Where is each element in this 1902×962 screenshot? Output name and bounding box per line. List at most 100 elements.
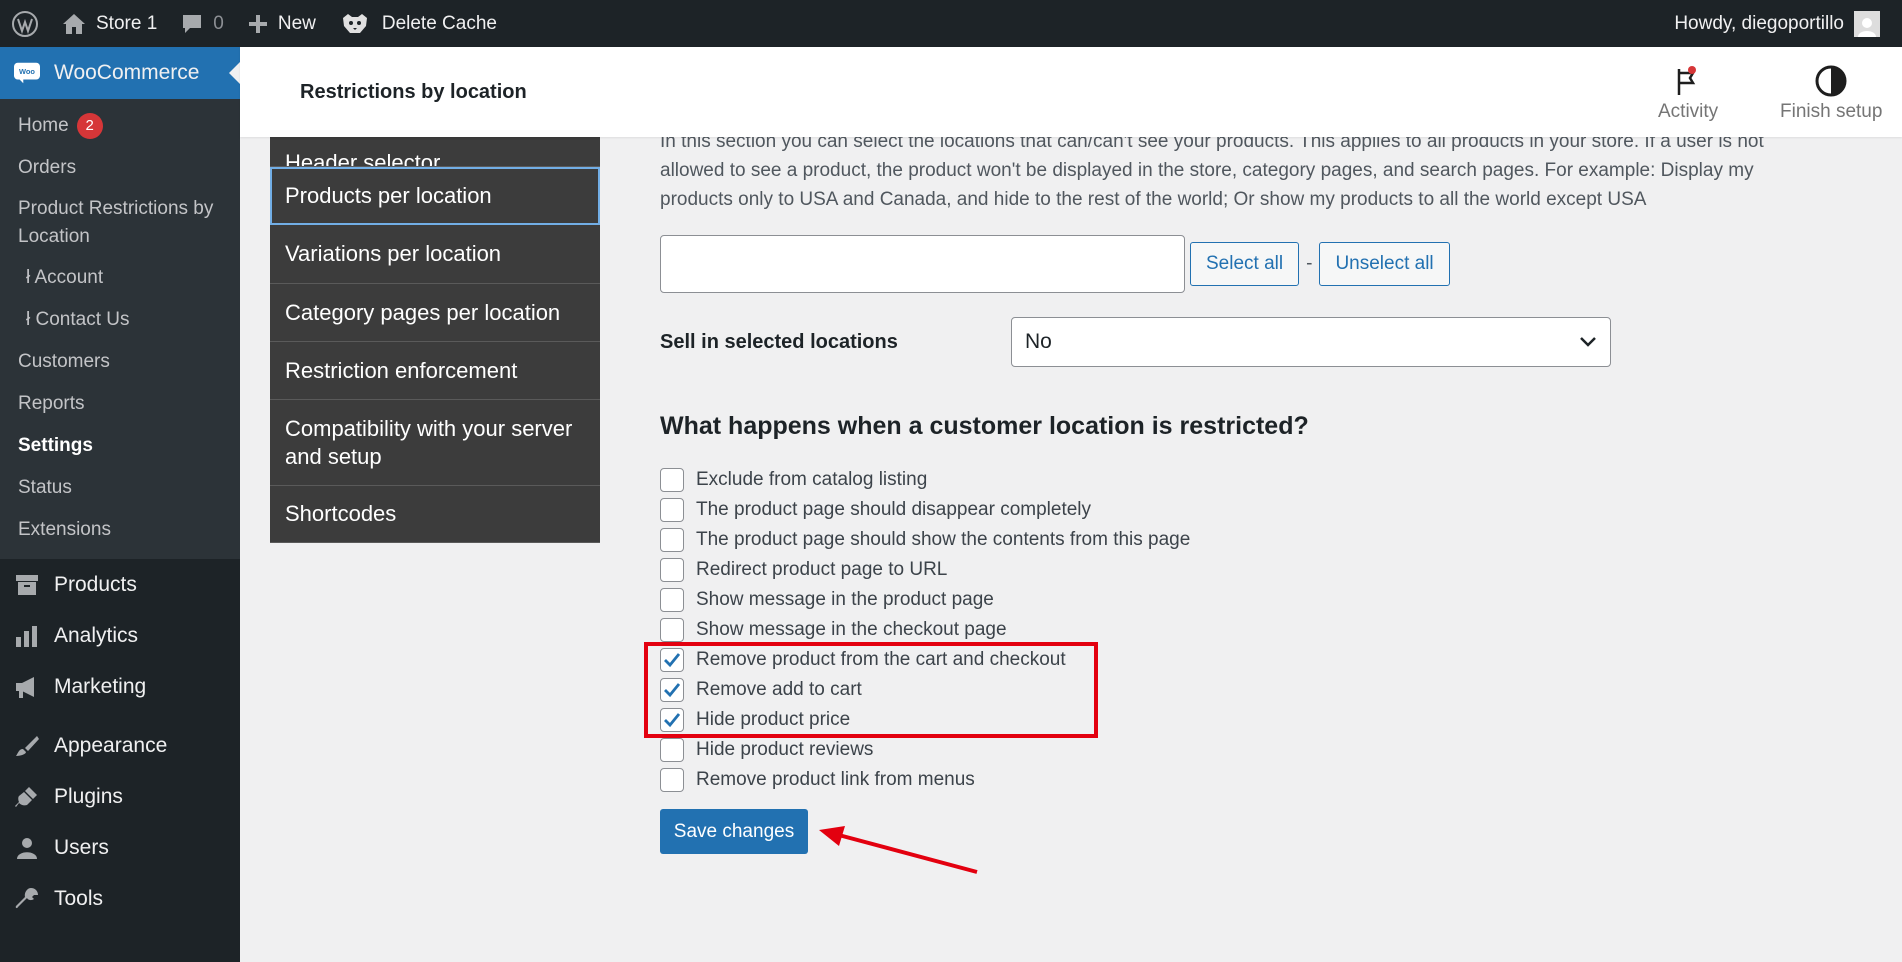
sidebar-item-label: Products (54, 572, 137, 596)
restriction-option-label: Remove product link from menus (696, 769, 975, 790)
comments-count: 0 (213, 12, 224, 34)
my-account-link[interactable]: Howdy, diegoportillo (1662, 0, 1892, 47)
restriction-option[interactable]: The product page should show the content… (660, 525, 1190, 555)
sidebar-item-label: WooCommerce (54, 61, 200, 84)
nav-item-label: Header selector (285, 150, 441, 167)
select-all-button[interactable]: Select all (1190, 242, 1300, 286)
home-icon (62, 13, 86, 35)
restriction-option-label: The product page should show the content… (696, 529, 1191, 550)
admin-sidebar: Woo WooCommerce Home 2 Orders Product Res… (0, 47, 240, 962)
restriction-options-list: Exclude from catalog listing The product … (660, 465, 1190, 795)
checkbox[interactable] (660, 528, 684, 552)
finish-setup-button[interactable]: Finish setup (1780, 61, 1882, 123)
checkbox[interactable] (660, 618, 684, 642)
restriction-option[interactable]: Exclude from catalog listing (660, 465, 1190, 495)
nav-item-label: Variations per location (285, 241, 502, 266)
sidebar-item-plugins[interactable]: Plugins (0, 771, 240, 822)
nav-variations-per-location[interactable]: Variations per location (270, 225, 600, 284)
comments-link[interactable]: 0 (169, 0, 236, 47)
sidebar-item-tools[interactable]: Tools (0, 873, 240, 924)
nav-restriction-enforcement[interactable]: Restriction enforcement (270, 342, 600, 400)
submenu-extensions[interactable]: Extensions (0, 509, 240, 551)
bar-chart-icon (14, 623, 40, 649)
sidebar-item-marketing[interactable]: Marketing (0, 661, 240, 712)
activity-button[interactable]: Activity (1658, 61, 1718, 123)
sidebar-item-products[interactable]: Products (0, 559, 240, 610)
restriction-option-label: Hide product reviews (696, 739, 874, 760)
save-changes-button[interactable]: Save changes (660, 809, 808, 854)
submenu-contact-us[interactable]: ł Contact Us (0, 299, 240, 341)
buttons-separator: - (1306, 253, 1313, 274)
sidebar-item-label: Plugins (54, 784, 123, 808)
site-name-link[interactable]: Store 1 (50, 0, 169, 47)
submenu-settings[interactable]: Settings (0, 425, 240, 467)
restriction-option[interactable]: Hide product reviews (660, 735, 1190, 765)
chevron-down-icon (1579, 336, 1597, 348)
restriction-option[interactable]: Redirect product page to URL (660, 555, 1190, 585)
sell-in-locations-row: Sell in selected locations No (660, 317, 1611, 367)
sidebar-item-label: Users (54, 835, 109, 859)
settings-sections-nav: Header selector Products per location Va… (270, 137, 600, 543)
nav-header-selector[interactable]: Header selector (270, 137, 600, 167)
new-content-link[interactable]: New (236, 0, 328, 47)
submenu-orders[interactable]: Orders (0, 147, 240, 189)
unselect-all-button[interactable]: Unselect all (1319, 242, 1450, 286)
nav-category-pages-per-location[interactable]: Category pages per location (270, 284, 600, 342)
restriction-option-label: Show message in the product page (696, 589, 994, 610)
woocommerce-icon: Woo (14, 60, 40, 86)
home-notification-badge: 2 (76, 112, 103, 139)
checkbox[interactable] (660, 468, 684, 492)
woocommerce-submenu: Home 2 Orders Product Restrictions by Loc… (0, 99, 240, 559)
locations-multiselect[interactable] (660, 235, 1185, 293)
restriction-behavior-heading: What happens when a customer location is… (660, 412, 1309, 440)
delete-cache-label: Delete Cache (381, 12, 497, 34)
submenu-home-label: Home (18, 115, 69, 136)
checkbox[interactable] (660, 558, 684, 582)
submenu-reports[interactable]: Reports (0, 383, 240, 425)
page-title: Restrictions by location (300, 81, 527, 103)
sidebar-item-label: Appearance (54, 733, 168, 757)
nav-item-label: Products per location (285, 182, 492, 208)
checkbox[interactable] (660, 498, 684, 522)
nav-shortcodes[interactable]: Shortcodes (270, 486, 600, 543)
nav-compatibility[interactable]: Compatibility with your server and setup (270, 400, 600, 486)
submenu-customers[interactable]: Customers (0, 341, 240, 383)
checkbox[interactable] (660, 768, 684, 792)
checkbox[interactable] (660, 738, 684, 762)
locations-row: Select all - Unselect all (660, 235, 1450, 293)
admin-bar: Store 1 0 New Delete Cache Howdy, diegop… (0, 0, 1902, 47)
sidebar-item-label: Tools (54, 886, 104, 910)
annotation-highlight-box (644, 642, 1098, 738)
submenu-status[interactable]: Status (0, 467, 240, 509)
nav-item-label: Restriction enforcement (285, 357, 518, 383)
sidebar-item-users[interactable]: Users (0, 822, 240, 873)
restriction-option[interactable]: Show message in the checkout page (660, 615, 1190, 645)
wordpress-logo-icon[interactable] (0, 0, 50, 47)
checkbox[interactable] (660, 588, 684, 612)
restriction-option[interactable]: Remove product link from menus (660, 765, 1190, 795)
settings-content: In this section you can select the locat… (660, 127, 1800, 854)
sidebar-item-woocommerce[interactable]: Woo WooCommerce (0, 47, 240, 99)
sidebar-item-appearance[interactable]: Appearance (0, 720, 240, 771)
sell-in-locations-select[interactable]: No (1011, 317, 1611, 367)
archive-box-icon (14, 572, 40, 598)
nav-products-per-location[interactable]: Products per location (270, 167, 600, 225)
submenu-home[interactable]: Home 2 (0, 105, 240, 147)
delete-cache-link[interactable]: Delete Cache (328, 0, 509, 47)
wrench-icon (14, 886, 40, 912)
activity-label: Activity (1658, 101, 1719, 122)
submenu-account[interactable]: ł Account (0, 257, 240, 299)
cache-tiger-icon (340, 12, 370, 36)
flag-icon (1658, 61, 1718, 101)
progress-circle-icon (1780, 61, 1882, 101)
sidebar-item-analytics[interactable]: Analytics (0, 610, 240, 661)
woocommerce-header: Restrictions by location Activity Finish… (240, 47, 1902, 137)
restriction-option[interactable]: The product page should disappear comple… (660, 495, 1190, 525)
restriction-option-label: Show message in the checkout page (696, 619, 1007, 640)
restriction-option[interactable]: Show message in the product page (660, 585, 1190, 615)
plus-icon (248, 14, 268, 34)
submenu-product-restrictions[interactable]: Product Restrictions by Location (0, 189, 240, 257)
sidebar-item-label: Marketing (54, 674, 147, 698)
nav-item-label: Category pages per location (285, 299, 561, 325)
restriction-option-label: The product page should disappear comple… (696, 499, 1092, 520)
